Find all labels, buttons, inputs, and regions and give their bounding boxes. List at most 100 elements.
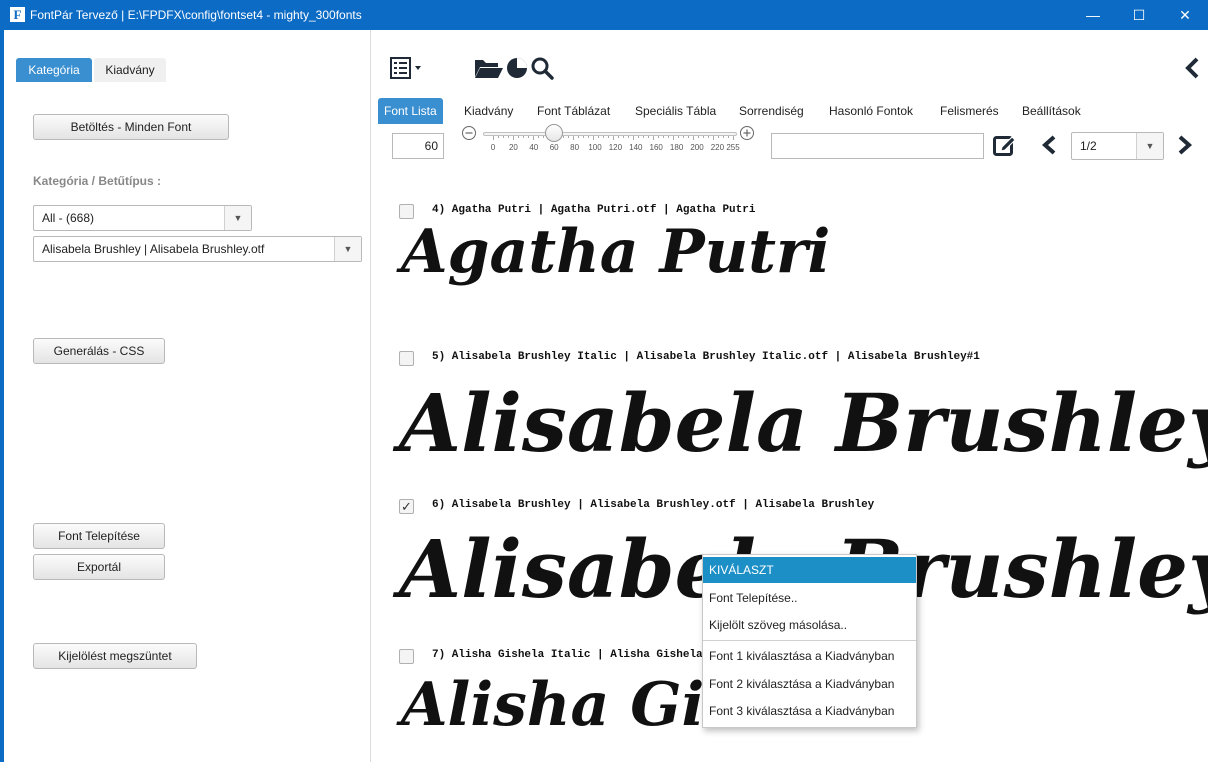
slider-tick-mark	[568, 136, 569, 138]
tab-font-tablazat[interactable]: Font Táblázat	[537, 98, 610, 124]
app-icon: F	[10, 7, 25, 22]
folder-open-icon[interactable]	[474, 57, 504, 84]
size-slider[interactable]: 0 20 40 60 80 100 120 140 160 180 200 220 255	[483, 124, 740, 164]
font-sample: Alisabela Brushley	[399, 376, 1208, 470]
tab-beallitasok[interactable]: Beállítások	[1022, 98, 1081, 124]
tab-felismeres[interactable]: Felismerés	[940, 98, 999, 124]
slider-tick-mark	[698, 136, 699, 138]
left-panel: Kategória Kiadvány Betöltés - Minden Fon…	[4, 30, 371, 762]
slider-tick-mark	[668, 136, 669, 138]
previous-page-icon[interactable]	[1041, 134, 1057, 161]
page-select[interactable]: 1/2 ▼	[1071, 132, 1164, 160]
slider-tick-mark	[538, 136, 539, 138]
slider-tick-mark	[643, 136, 644, 138]
menu-item-select-font-3[interactable]: Font 3 kiválasztása a Kiadványban	[703, 698, 916, 724]
slider-tick-mark	[528, 136, 529, 138]
category-select-value: All - (668)	[42, 211, 95, 225]
category-label: Kategória / Betűtípus :	[33, 174, 162, 188]
generate-css-button[interactable]: Generálás - CSS	[33, 338, 165, 364]
slider-tick-label: 140	[629, 143, 643, 152]
slider-tick-mark	[493, 136, 494, 140]
slider-tick-mark	[658, 136, 659, 138]
entry-checkbox[interactable]: ✓	[399, 499, 414, 514]
install-font-button[interactable]: Font Telepítése	[33, 523, 165, 549]
menu-item-select-font-1[interactable]: Font 1 kiválasztása a Kiadványban	[703, 643, 916, 669]
slider-tick-mark	[583, 136, 584, 138]
context-menu: KIVÁLASZT Font Telepítése.. Kijelölt szö…	[702, 554, 917, 728]
slider-tick-mark	[503, 136, 504, 138]
entry-header: 5) Alisabela Brushley Italic | Alisabela…	[432, 351, 980, 363]
menu-item-select[interactable]: KIVÁLASZT	[703, 557, 916, 583]
zoom-out-icon[interactable]	[461, 125, 477, 146]
slider-tick-label: 255	[726, 143, 740, 152]
edit-icon[interactable]	[993, 134, 1017, 161]
slider-tick-mark	[613, 136, 614, 140]
load-all-fonts-button[interactable]: Betöltés - Minden Font	[33, 114, 229, 140]
slider-tick-label: 200	[690, 143, 704, 152]
tab-kiadvany[interactable]: Kiadvány	[94, 58, 166, 82]
entry-header: 6) Alisabela Brushley | Alisabela Brushl…	[432, 499, 875, 511]
title-bar: F FontPár Tervező | E:\FPDFX\config\font…	[0, 0, 1208, 30]
slider-tick-mark	[578, 136, 579, 138]
font-size-input[interactable]: 60	[392, 133, 444, 159]
list-view-icon[interactable]	[390, 56, 424, 85]
slider-tick-label: 120	[608, 143, 623, 152]
slider-thumb[interactable]	[545, 124, 564, 142]
tab-font-lista[interactable]: Font Lista	[378, 98, 443, 124]
tab-sorrendiseg[interactable]: Sorrendiség	[739, 98, 804, 124]
slider-tick-mark	[678, 136, 679, 138]
slider-tick-mark	[683, 136, 684, 138]
export-button[interactable]: Exportál	[33, 554, 165, 580]
window-title: FontPár Tervező | E:\FPDFX\config\fontse…	[30, 8, 362, 22]
slider-tick-mark	[593, 136, 594, 140]
menu-item-select-font-2[interactable]: Font 2 kiválasztása a Kiadványban	[703, 671, 916, 697]
slider-tick-mark	[533, 136, 534, 140]
entry-checkbox[interactable]	[399, 351, 414, 366]
zoom-in-icon[interactable]	[739, 125, 755, 146]
slider-tick-label: 0	[490, 143, 496, 152]
slider-tick-mark	[693, 136, 694, 140]
font-sample: Agatha Putri	[401, 217, 831, 287]
minimize-button[interactable]: —	[1070, 0, 1116, 30]
slider-tick-label: 40	[529, 143, 539, 152]
menu-item-install-font[interactable]: Font Telepítése..	[703, 585, 916, 611]
category-select[interactable]: All - (668) ▼	[33, 205, 252, 231]
slider-tick-mark	[663, 136, 664, 138]
font-select[interactable]: Alisabela Brushley | Alisabela Brushley.…	[33, 236, 362, 262]
menu-item-copy-selected-text[interactable]: Kijelölt szöveg másolása..	[703, 612, 916, 638]
slider-tick-mark	[648, 136, 649, 138]
slider-tick-mark	[543, 136, 544, 138]
maximize-button[interactable]: ☐	[1116, 0, 1162, 30]
tab-specialis-tabla[interactable]: Speciális Tábla	[635, 98, 716, 124]
tab-kategoria[interactable]: Kategória	[16, 58, 92, 82]
chevron-down-icon: ▼	[1136, 133, 1163, 159]
slider-tick-mark	[603, 136, 604, 138]
deselect-button[interactable]: Kijelölést megszüntet	[33, 643, 197, 669]
slider-tick-mark	[708, 136, 709, 138]
slider-tick-label: 60	[549, 143, 559, 152]
slider-tick-mark	[638, 136, 639, 138]
collapse-panel-icon[interactable]	[1183, 56, 1201, 85]
slider-tick-mark	[688, 136, 689, 138]
contrast-icon[interactable]	[505, 56, 529, 85]
sample-text-input[interactable]	[771, 133, 984, 159]
slider-tick-mark	[523, 136, 524, 138]
tab-hasonlo-fontok[interactable]: Hasonló Fontok	[829, 98, 913, 124]
tab-kiadvany-main[interactable]: Kiadvány	[464, 98, 513, 124]
slider-tick-mark	[623, 136, 624, 138]
slider-tick-label: 20	[508, 143, 518, 152]
font-select-value: Alisabela Brushley | Alisabela Brushley.…	[42, 242, 265, 256]
slider-tick-mark	[588, 136, 589, 138]
slider-tick-mark	[573, 136, 574, 140]
slider-tick-mark	[703, 136, 704, 138]
close-button[interactable]: ✕	[1162, 0, 1208, 30]
slider-tick-mark	[713, 136, 714, 140]
slider-tick-label: 100	[588, 143, 602, 152]
slider-tick-mark	[518, 136, 519, 138]
menu-separator	[703, 640, 916, 641]
slider-tick-mark	[498, 136, 499, 138]
next-page-icon[interactable]	[1177, 134, 1193, 161]
slider-tick-mark	[718, 136, 719, 138]
entry-checkbox[interactable]	[399, 649, 414, 664]
search-icon[interactable]	[530, 56, 554, 85]
